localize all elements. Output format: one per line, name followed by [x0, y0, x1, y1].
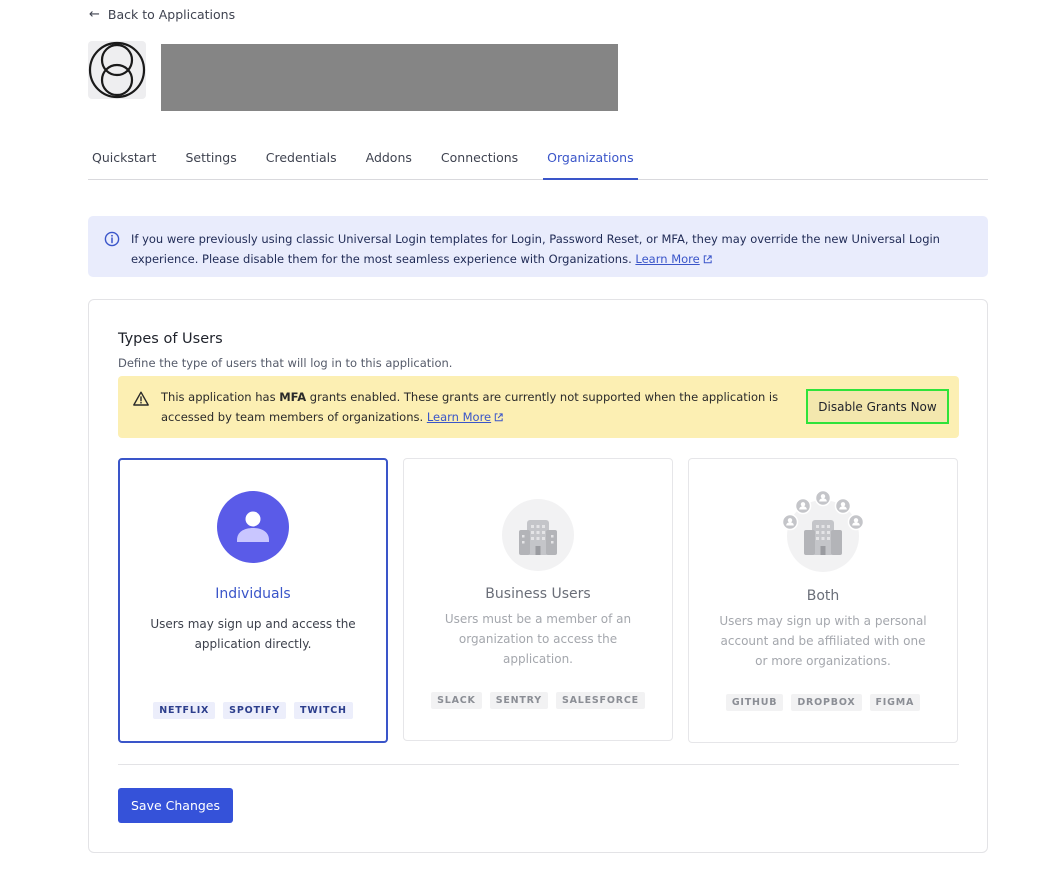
- tag: FIGMA: [869, 694, 921, 711]
- card-divider: [118, 764, 959, 765]
- disable-grants-button[interactable]: Disable Grants Now: [806, 389, 949, 424]
- tag: GITHUB: [725, 694, 784, 711]
- card-subtitle: Define the type of users that will log i…: [118, 356, 453, 370]
- external-link-icon: [494, 413, 503, 422]
- disable-grants-label: Disable Grants Now: [818, 399, 937, 414]
- tab-credentials[interactable]: Credentials: [262, 144, 351, 180]
- mfa-warning-banner: This application has MFA grants enabled.…: [118, 376, 959, 438]
- warning-text: This application has MFA grants enabled.…: [161, 387, 811, 427]
- building-with-people-icon: [781, 489, 865, 572]
- option-both[interactable]: Both Users may sign up with a personal a…: [688, 458, 958, 743]
- arrow-left-icon: ←: [89, 7, 100, 22]
- tag: TWITCH: [294, 702, 353, 719]
- info-learn-more-link[interactable]: Learn More: [635, 252, 699, 266]
- warning-bold-mfa: MFA: [279, 390, 307, 404]
- building-icon: [502, 499, 574, 571]
- option-title: Business Users: [485, 586, 591, 602]
- info-banner: If you were previously using classic Uni…: [88, 216, 988, 277]
- app-logo: [88, 41, 146, 99]
- option-individuals[interactable]: Individuals Users may sign up and access…: [118, 458, 388, 743]
- option-tags: NETFLIX SPOTIFY TWITCH: [120, 702, 386, 719]
- tag: SALESFORCE: [555, 692, 645, 709]
- redacted-app-name: [161, 44, 618, 111]
- tab-settings[interactable]: Settings: [181, 144, 250, 180]
- card-title: Types of Users: [118, 331, 223, 347]
- option-description: Users may sign up with a personal accoun…: [719, 614, 927, 668]
- external-link-icon: [703, 254, 712, 263]
- warning-learn-more-link[interactable]: Learn More: [427, 410, 491, 424]
- tag: DROPBOX: [791, 694, 862, 711]
- tab-quickstart[interactable]: Quickstart: [88, 144, 170, 180]
- option-title: Individuals: [215, 586, 291, 602]
- tab-addons[interactable]: Addons: [362, 144, 426, 180]
- option-tags: SLACK SENTRY SALESFORCE: [404, 692, 672, 709]
- option-description: Users must be a member of an organizatio…: [444, 612, 632, 666]
- person-icon: [217, 491, 289, 563]
- tag: NETFLIX: [153, 702, 216, 719]
- option-tags: GITHUB DROPBOX FIGMA: [689, 694, 957, 711]
- tag: SLACK: [431, 692, 482, 709]
- tab-bar: Quickstart Settings Credentials Addons C…: [88, 144, 988, 180]
- option-title: Both: [806, 588, 840, 604]
- tab-connections[interactable]: Connections: [437, 144, 532, 180]
- save-changes-button[interactable]: Save Changes: [118, 788, 233, 823]
- warning-text-part: This application has: [161, 390, 280, 404]
- tab-organizations[interactable]: Organizations: [543, 144, 638, 180]
- info-icon: [104, 231, 120, 247]
- warning-icon: [133, 391, 149, 406]
- info-banner-text: If you were previously using classic Uni…: [131, 232, 940, 266]
- back-to-applications-link[interactable]: ← Back to Applications: [89, 7, 235, 22]
- tag: SPOTIFY: [223, 702, 287, 719]
- option-description: Users may sign up and access the applica…: [150, 617, 356, 651]
- tag: SENTRY: [489, 692, 548, 709]
- option-business-users[interactable]: Business Users Users must be a member of…: [403, 458, 673, 741]
- back-link-label: Back to Applications: [107, 7, 236, 22]
- types-of-users-card: Types of Users Define the type of users …: [88, 299, 988, 853]
